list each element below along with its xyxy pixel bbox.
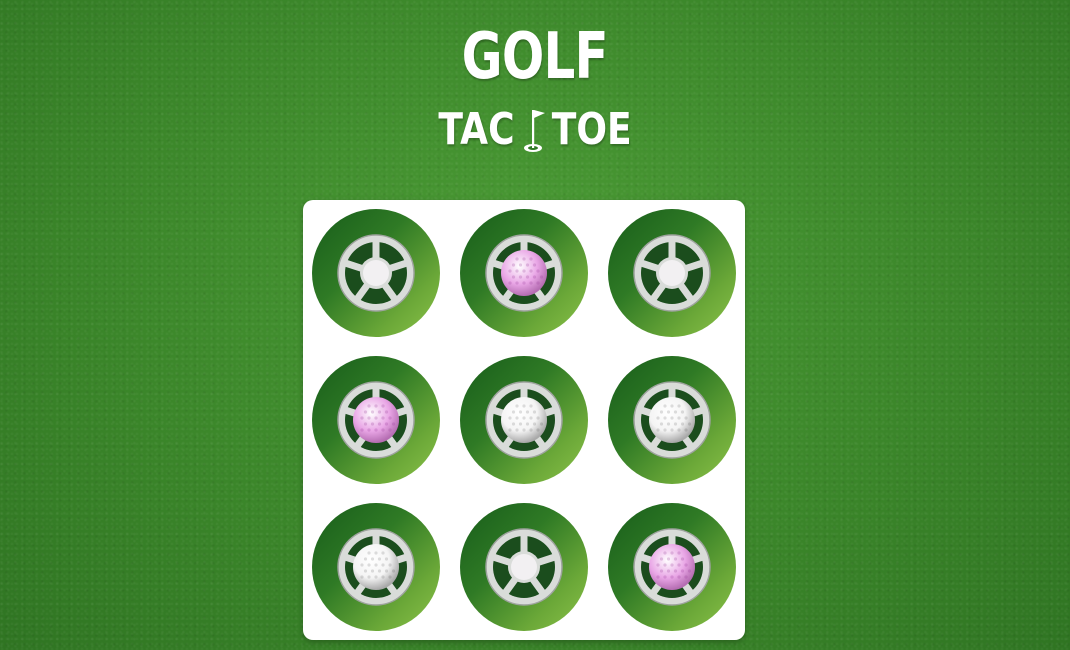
golf-flag-hole-icon xyxy=(519,104,547,154)
board-cell-4[interactable] xyxy=(312,356,440,484)
golf-cup-icon xyxy=(485,528,563,606)
board-cell-5[interactable] xyxy=(460,356,588,484)
board-cell-9[interactable] xyxy=(608,503,736,631)
white-golf-ball-icon xyxy=(501,397,547,443)
board-cell-1[interactable] xyxy=(312,209,440,337)
white-golf-ball-icon xyxy=(353,544,399,590)
white-golf-ball-icon xyxy=(649,397,695,443)
board-cell-6[interactable] xyxy=(608,356,736,484)
pink-golf-ball-icon xyxy=(649,544,695,590)
title-toe: TOE xyxy=(551,104,632,155)
board-cell-3[interactable] xyxy=(608,209,736,337)
golf-cup-icon xyxy=(337,234,415,312)
pink-golf-ball-icon xyxy=(501,250,547,296)
title-tac-toe-row: TAC TOE xyxy=(0,100,1070,154)
board-cell-7[interactable] xyxy=(312,503,440,631)
board-cell-8[interactable] xyxy=(460,503,588,631)
board-cell-2[interactable] xyxy=(460,209,588,337)
game-board xyxy=(303,200,745,640)
game-title: GOLF TAC TOE xyxy=(0,22,1070,154)
title-golf: GOLF xyxy=(461,20,609,94)
pink-golf-ball-icon xyxy=(353,397,399,443)
title-tac: TAC xyxy=(438,104,515,155)
golf-cup-icon xyxy=(633,234,711,312)
